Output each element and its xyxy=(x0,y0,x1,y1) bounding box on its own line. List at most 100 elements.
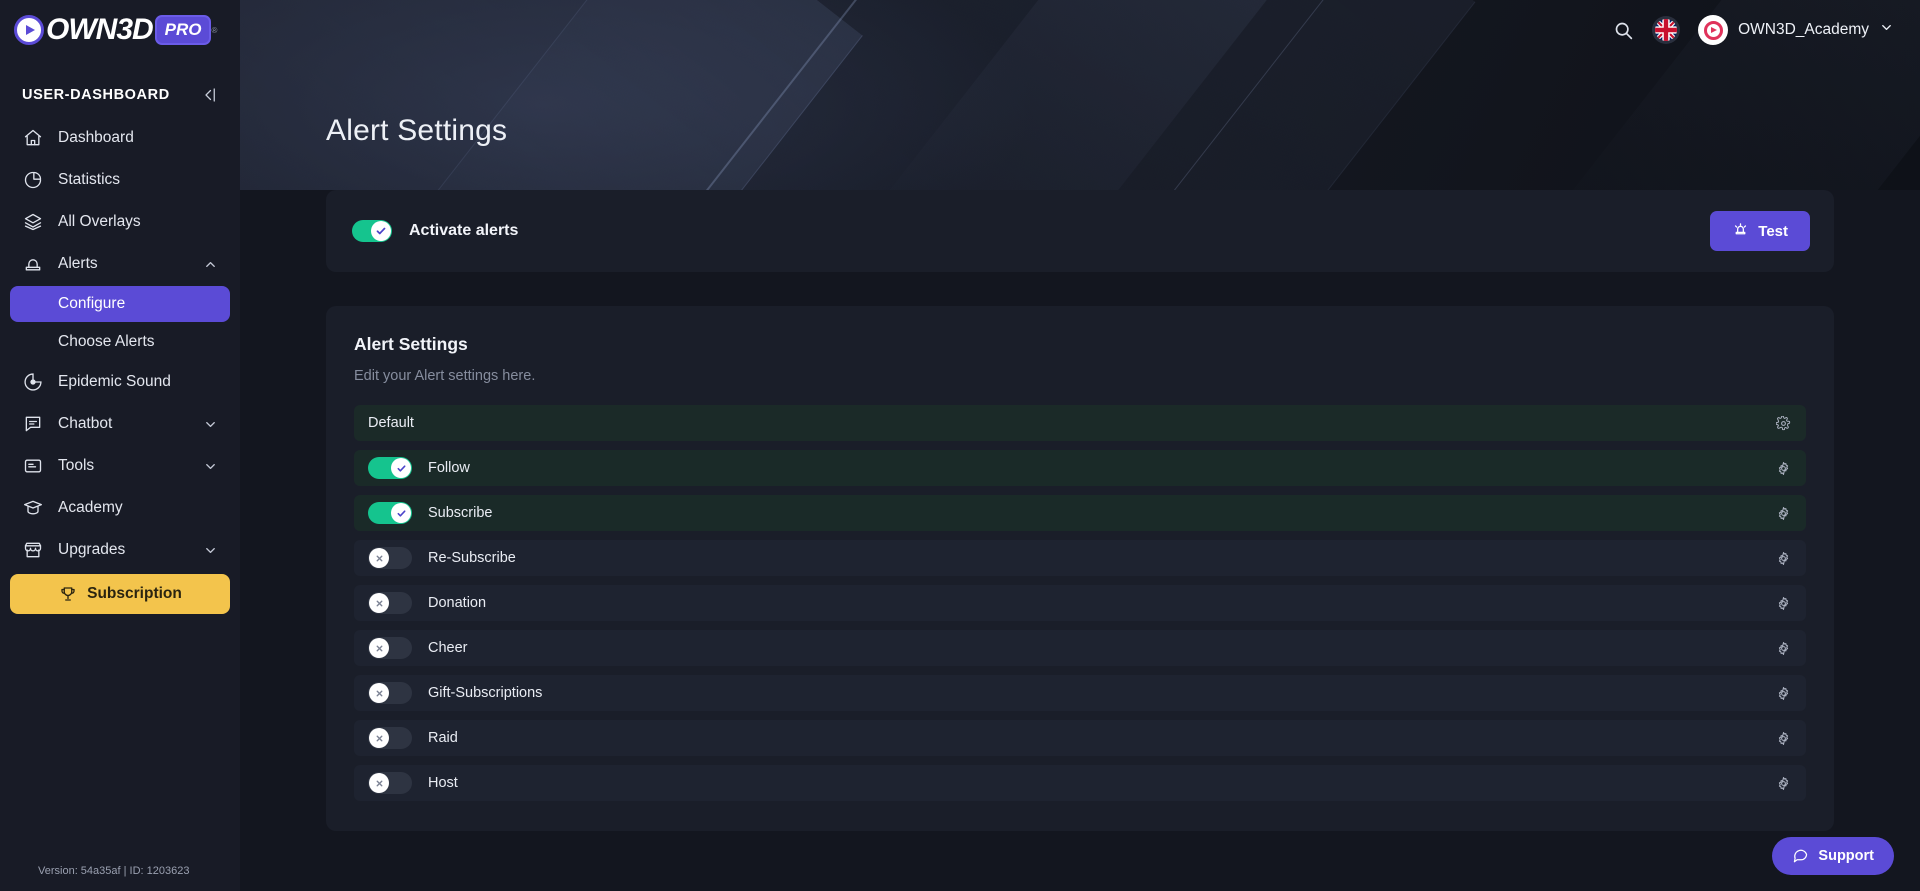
main-content: Alert Settings OWN3D_Academy Activate al… xyxy=(240,0,1920,891)
content-area: Activate alerts Test Alert Settings Edit… xyxy=(240,190,1920,831)
alert-row[interactable]: Host xyxy=(354,765,1806,801)
alert-row[interactable]: Cheer xyxy=(354,630,1806,666)
pie-chart-icon xyxy=(22,169,44,191)
home-icon xyxy=(22,127,44,149)
alert-toggle[interactable] xyxy=(368,547,412,569)
sidebar-subitem-configure[interactable]: Configure xyxy=(10,286,230,322)
chevron-down-icon[interactable] xyxy=(203,417,218,432)
topbar: OWN3D_Academy xyxy=(1613,0,1920,60)
hero-decoration xyxy=(1087,0,1434,190)
gear-icon[interactable] xyxy=(1772,547,1794,569)
page-title: Alert Settings xyxy=(326,114,508,147)
alert-settings-subtitle: Edit your Alert settings here. xyxy=(354,368,536,384)
brand-registered-mark: ® xyxy=(211,25,218,35)
chevron-up-icon[interactable] xyxy=(203,257,218,272)
gear-icon[interactable] xyxy=(1772,457,1794,479)
alert-row-default[interactable]: Default xyxy=(354,405,1806,441)
collapse-left-icon[interactable] xyxy=(200,86,218,104)
sidebar-item-statistics[interactable]: Statistics xyxy=(10,160,230,200)
alert-settings-title: Alert Settings xyxy=(354,334,468,354)
sidebar-item-label: Subscription xyxy=(87,585,182,602)
sidebar-item-label: Chatbot xyxy=(58,415,113,432)
toggle-knob xyxy=(369,728,389,748)
chat-bubble-icon xyxy=(1792,846,1809,867)
test-button[interactable]: Test xyxy=(1710,211,1810,251)
sidebar-item-epidemic-sound[interactable]: Epidemic Sound xyxy=(10,362,230,402)
brand-logo[interactable]: OWN3D PRO ® xyxy=(0,0,240,60)
sidebar-item-label: All Overlays xyxy=(58,213,141,230)
uk-flag-icon[interactable] xyxy=(1652,16,1681,44)
alert-row[interactable]: Subscribe xyxy=(354,495,1806,531)
gear-icon[interactable] xyxy=(1772,592,1794,614)
alert-row-label: Subscribe xyxy=(428,505,493,521)
sidebar-item-label: Academy xyxy=(58,499,123,516)
test-button-label: Test xyxy=(1758,222,1788,240)
sidebar-item-upgrades[interactable]: Upgrades xyxy=(10,530,230,570)
alert-toggle[interactable] xyxy=(368,457,412,479)
activate-alerts-label: Activate alerts xyxy=(409,222,519,239)
toggle-knob xyxy=(369,593,389,613)
sidebar-subitem-choose-alerts[interactable]: Choose Alerts xyxy=(10,324,230,360)
sidebar-subitem-label: Choose Alerts xyxy=(58,333,155,350)
alert-row-label: Default xyxy=(368,415,414,431)
alert-toggle[interactable] xyxy=(368,637,412,659)
toggle-knob xyxy=(371,221,391,241)
username-label: OWN3D_Academy xyxy=(1738,21,1869,38)
sidebar-item-dashboard[interactable]: Dashboard xyxy=(10,118,230,158)
sidebar-item-all-overlays[interactable]: All Overlays xyxy=(10,202,230,242)
alert-toggle[interactable] xyxy=(368,772,412,794)
activate-alerts-toggle[interactable] xyxy=(352,220,392,242)
version-text: Version: 54a35af | ID: 1203623 xyxy=(38,865,190,877)
alert-row-label: Host xyxy=(428,775,458,791)
alert-toggle[interactable] xyxy=(368,727,412,749)
alert-toggle[interactable] xyxy=(368,592,412,614)
gear-icon[interactable] xyxy=(1772,682,1794,704)
alert-toggle[interactable] xyxy=(368,502,412,524)
sidebar-subitem-label: Configure xyxy=(58,295,126,312)
alert-row[interactable]: Donation xyxy=(354,585,1806,621)
hero-decoration xyxy=(670,0,932,190)
sidebar-item-label: Alerts xyxy=(58,255,98,272)
sidebar-item-academy[interactable]: Academy xyxy=(10,488,230,528)
chevron-down-icon[interactable] xyxy=(1879,20,1894,40)
sidebar-item-subscription[interactable]: Subscription xyxy=(10,574,230,614)
gear-icon[interactable] xyxy=(1772,727,1794,749)
sidebar-item-alerts[interactable]: Alerts xyxy=(10,244,230,284)
alert-toggle[interactable] xyxy=(368,682,412,704)
graduation-cap-icon xyxy=(22,497,44,519)
gear-icon[interactable] xyxy=(1772,412,1794,434)
alert-row[interactable]: Follow xyxy=(354,450,1806,486)
brand-pro-badge: PRO xyxy=(154,15,211,45)
support-button[interactable]: Support xyxy=(1772,837,1894,875)
alert-row[interactable]: Re-Subscribe xyxy=(354,540,1806,576)
gear-icon[interactable] xyxy=(1772,637,1794,659)
search-icon[interactable] xyxy=(1613,20,1634,41)
gear-icon[interactable] xyxy=(1772,772,1794,794)
chevron-down-icon[interactable] xyxy=(203,543,218,558)
sidebar-item-label: Upgrades xyxy=(58,541,126,558)
toggle-knob xyxy=(391,503,411,523)
hero-decoration xyxy=(859,0,1321,190)
alert-row-label: Follow xyxy=(428,460,470,476)
chevron-down-icon[interactable] xyxy=(203,459,218,474)
alert-row-label: Raid xyxy=(428,730,458,746)
sidebar-item-chatbot[interactable]: Chatbot xyxy=(10,404,230,444)
chat-bubble-icon xyxy=(22,413,44,435)
alert-row[interactable]: Raid xyxy=(354,720,1806,756)
gear-icon[interactable] xyxy=(1772,502,1794,524)
alert-row-label: Re-Subscribe xyxy=(428,550,516,566)
user-menu[interactable]: OWN3D_Academy xyxy=(1698,15,1894,45)
alert-row[interactable]: Gift-Subscriptions xyxy=(354,675,1806,711)
store-icon xyxy=(22,539,44,561)
trophy-icon xyxy=(58,583,78,605)
toggle-knob xyxy=(369,683,389,703)
toggle-knob xyxy=(369,548,389,568)
alert-bell-icon xyxy=(1732,221,1749,242)
support-label: Support xyxy=(1818,848,1874,864)
sidebar: OWN3D PRO ® USER-DASHBOARD Dashboard Sta… xyxy=(0,0,240,891)
toggle-knob xyxy=(369,773,389,793)
sidebar-item-tools[interactable]: Tools xyxy=(10,446,230,486)
alert-light-icon xyxy=(22,253,44,275)
own3d-play-icon xyxy=(14,15,44,45)
epidemic-sound-icon xyxy=(22,371,44,393)
